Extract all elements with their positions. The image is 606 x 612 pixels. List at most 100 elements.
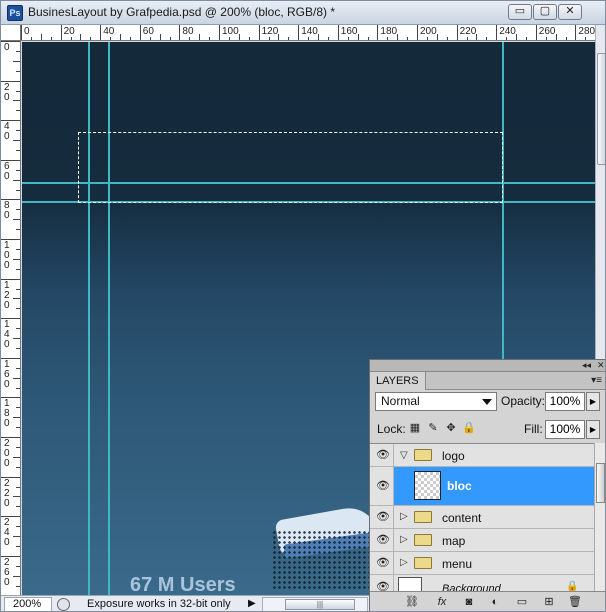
layer-row-map[interactable]: 👁 ▷ map [370,529,594,552]
layer-thumbnail [398,577,422,591]
layer-row-logo[interactable]: 👁 ▽ logo [370,444,594,467]
layer-row-menu[interactable]: 👁 ▷ menu [370,552,594,575]
lock-image-pixels-icon[interactable]: ✎ [426,421,440,435]
ruler-tick [21,25,22,40]
canvas-horizontal-scrollbar[interactable]: ||| [262,597,368,611]
tab-layers[interactable]: LAYERS [370,372,426,390]
ruler-minor-tick [426,37,428,40]
ruler-minor-tick [16,526,20,528]
ruler-label: 1 8 0 [4,398,10,430]
zoom-level-field[interactable]: 200% [4,597,52,611]
layer-list-scroll-thumb[interactable] [596,463,605,503]
visibility-eye-icon[interactable]: 👁 [370,467,394,505]
ruler-label: 80 [182,26,194,37]
layers-panel: ◂◂ ✕ LAYERS ▾≡ Normal Opacity: 100% ▶ Lo… [369,359,605,611]
layer-name: Background [442,583,501,591]
folder-icon [414,557,432,569]
ruler-minor-tick [13,496,20,498]
layer-name: menu [442,557,473,571]
ruler-minor-tick [16,110,20,112]
ruler-minor-tick [13,298,20,300]
link-layers-icon[interactable]: ⛓ [405,595,419,609]
ruler-minor-tick [565,37,567,40]
layer-list-scrollbar[interactable] [594,443,605,591]
lock-all-icon[interactable]: 🔒 [462,421,476,435]
close-panel-icon[interactable]: ✕ [597,360,605,371]
blend-mode-select[interactable]: Normal [375,392,497,411]
canvas-vertical-scroll-thumb[interactable] [597,53,605,165]
collapse-panel-icon[interactable]: ◂◂ [582,360,591,371]
ruler-label: 20 [63,26,75,37]
status-menu-arrow-icon[interactable]: ▶ [248,598,256,609]
canvas-vertical-scrollbar[interactable] [595,25,605,365]
add-mask-icon[interactable]: ◙ [462,595,476,609]
expand-triangle-open-icon[interactable]: ▽ [400,450,408,461]
ruler-minor-tick [16,288,20,290]
layer-row-bloc[interactable]: 👁 bloc [370,467,594,506]
ruler-origin[interactable] [1,25,21,41]
ruler-minor-tick [228,37,230,40]
layer-name: content [442,511,482,525]
new-group-icon[interactable]: ▭ [515,595,529,609]
ruler-minor-tick [13,338,20,339]
new-layer-icon[interactable]: ⊞ [542,595,556,609]
ruler-minor-tick [16,149,20,151]
ruler-tick [575,25,577,40]
ruler-minor-tick [387,37,389,40]
ruler-minor-tick [268,37,270,40]
trash-icon[interactable]: 🗑 [568,595,582,609]
opacity-slider-arrow-icon[interactable]: ▶ [586,392,600,411]
visibility-eye-icon[interactable]: 👁 [370,529,394,551]
canvas-horizontal-scroll-thumb[interactable]: ||| [285,599,355,610]
ruler-label: 220 [459,26,477,37]
fx-icon[interactable]: fx [435,595,449,609]
status-info-icon[interactable] [57,598,70,611]
layer-row-background[interactable]: 👁 Background 🔒 [370,575,594,591]
opacity-input[interactable]: 100% [545,392,585,411]
visibility-eye-icon[interactable]: 👁 [370,575,394,591]
ruler-minor-tick [16,229,20,231]
adjustment-layer-icon[interactable]: ◐ [488,595,502,609]
fill-input[interactable]: 100% [545,420,585,439]
ruler-label: 1 0 0 [4,240,10,271]
ruler-minor-tick [16,90,20,92]
ruler-minor-tick [446,37,448,40]
folder-icon [414,534,432,546]
ruler-minor-tick [585,37,587,40]
ruler-minor-tick [16,407,20,409]
lock-transparent-pixels-icon[interactable]: ▦ [408,421,422,435]
expand-triangle-closed-icon[interactable]: ▷ [400,534,408,545]
ruler-minor-tick [238,34,240,40]
ruler-minor-tick [506,37,508,40]
layer-row-content[interactable]: 👁 ▷ content [370,506,594,529]
ruler-label: 160 [340,26,358,37]
guide-vertical[interactable] [88,42,90,595]
ruler-minor-tick [278,34,280,40]
horizontal-ruler[interactable]: 0 20 40 60 80 100 120 140 160 180 200 220 240 260 280 [21,25,595,41]
visibility-eye-icon[interactable]: 👁 [370,506,394,528]
visibility-eye-icon[interactable]: 👁 [370,552,394,574]
ruler-minor-tick [80,34,82,40]
expand-triangle-closed-icon[interactable]: ▷ [400,511,408,522]
ruler-minor-tick [367,37,369,40]
ruler-minor-tick [120,34,121,40]
ruler-tick [219,25,220,40]
panel-menu-icon[interactable]: ▾≡ [591,375,602,386]
ruler-tick [496,25,498,40]
ruler-label: 2 2 0 [4,477,10,509]
visibility-eye-icon[interactable]: 👁 [370,444,394,466]
ruler-minor-tick [16,308,20,310]
fill-slider-arrow-icon[interactable]: ▶ [586,420,600,439]
ruler-minor-tick [347,37,349,40]
minimize-button[interactable]: ▭ [508,4,532,20]
ruler-minor-tick [16,427,20,429]
guide-vertical[interactable] [108,42,110,595]
maximize-button[interactable]: ▢ [533,4,557,20]
vertical-ruler[interactable]: 0 2 0 4 0 6 0 8 0 1 0 0 1 2 0 1 4 0 1 6 0 1 8 0 2 … [1,41,21,595]
expand-triangle-closed-icon[interactable]: ▷ [400,557,408,568]
close-button[interactable]: ✕ [558,4,582,20]
lock-position-icon[interactable]: ✥ [444,421,458,435]
ruler-minor-tick [189,37,191,40]
ruler-minor-tick [13,179,20,181]
ruler-minor-tick [129,37,131,40]
